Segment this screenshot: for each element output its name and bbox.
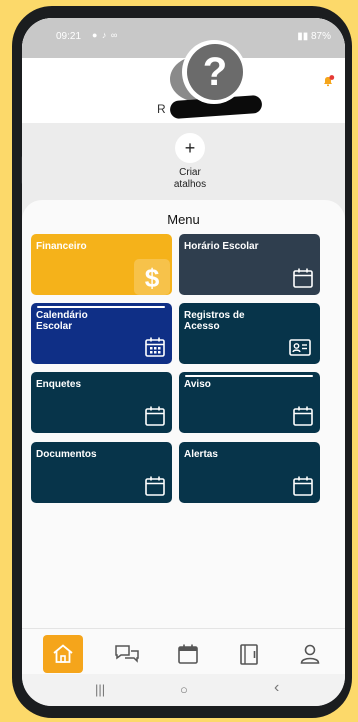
tile-label: Horário Escolar: [184, 241, 259, 252]
status-bar: 09:21 ● ♪ ∞ ▮▮ 87%: [22, 18, 345, 56]
menu-title: Menu: [167, 212, 200, 227]
nav-profile[interactable]: [290, 635, 330, 673]
tile-label: Financeiro: [36, 241, 87, 252]
tile-label: Enquetes: [36, 379, 82, 390]
create-shortcut-button[interactable]: +: [175, 133, 205, 163]
nav-calendar[interactable]: [168, 635, 208, 673]
user-icon: [300, 644, 320, 664]
tile-documentos[interactable]: Documentos: [31, 442, 172, 503]
calendar-icon: [293, 476, 313, 496]
app-header: 09:21 ● ♪ ∞ ▮▮ 87% R ?: [22, 18, 345, 123]
recents-button[interactable]: |||: [95, 682, 105, 697]
system-navigation-bar: ||| ○ ‹: [22, 674, 345, 706]
bottom-navigation: [22, 628, 345, 675]
status-notification-icons: ● ♪ ∞: [92, 30, 119, 40]
tile-financeiro[interactable]: Financeiro $: [31, 234, 172, 295]
dollar-icon: $: [134, 259, 170, 295]
tile-label: Registros de Acesso: [184, 310, 245, 332]
tile-label: Aviso: [184, 379, 211, 390]
tile-highlight-bar: [37, 306, 165, 308]
tile-calendario-escolar[interactable]: Calendário Escolar: [31, 303, 172, 364]
book-icon: [240, 644, 258, 665]
status-time: 09:21: [56, 31, 82, 42]
notification-bell-icon[interactable]: [321, 74, 335, 88]
tile-highlight-bar: [185, 375, 313, 377]
home-button[interactable]: ○: [180, 682, 188, 697]
tile-registros-de-acesso[interactable]: Registros de Acesso: [179, 303, 320, 364]
signal-icon: ▮▮: [297, 31, 311, 42]
chat-icon: [115, 645, 139, 663]
id-card-icon: [289, 339, 311, 356]
home-icon: [53, 644, 73, 663]
tile-label: Documentos: [36, 449, 97, 460]
tile-label: Calendário Escolar: [36, 310, 88, 332]
nav-messages[interactable]: [106, 635, 146, 673]
tile-enquetes[interactable]: Enquetes: [31, 372, 172, 433]
tile-horario-escolar[interactable]: Horário Escolar: [179, 234, 320, 295]
svg-text:$: $: [145, 263, 160, 293]
tile-alertas[interactable]: Alertas: [179, 442, 320, 503]
calendar-icon: [178, 644, 198, 664]
back-button[interactable]: ‹: [274, 679, 279, 697]
tile-aviso[interactable]: Aviso: [179, 372, 320, 433]
calendar-icon: [293, 268, 313, 288]
tile-label: Alertas: [184, 449, 218, 460]
status-battery: ▮▮ 87%: [297, 31, 331, 42]
calendar-icon: [145, 406, 165, 426]
calendar-grid-icon: [145, 337, 165, 357]
calendar-icon: [293, 406, 313, 426]
calendar-icon: [145, 476, 165, 496]
nav-notebook[interactable]: [229, 635, 269, 673]
create-shortcut-label: Criar atalhos: [173, 167, 207, 190]
nav-home[interactable]: [43, 635, 83, 673]
app-screen: 09:21 ● ♪ ∞ ▮▮ 87% R ? + Criar atalhos M…: [22, 18, 345, 706]
menu-panel: Menu Financeiro $ Horário Escolar Calend…: [22, 200, 345, 640]
user-initial: R: [157, 102, 166, 116]
question-mark-icon[interactable]: ?: [187, 44, 243, 100]
